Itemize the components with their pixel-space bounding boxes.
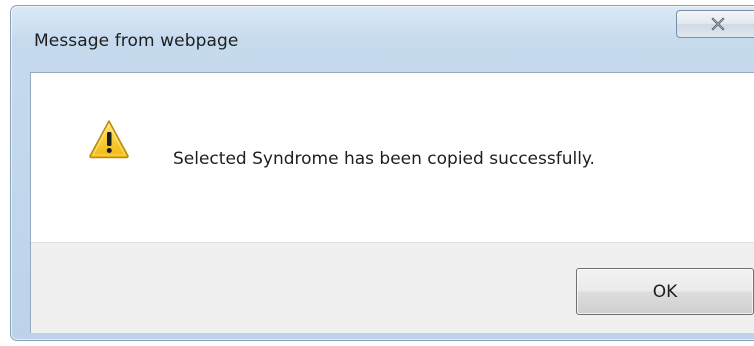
dialog-window: Message from webpage Selected Syndrome h…: [10, 5, 754, 341]
dialog-body: Selected Syndrome has been copied succes…: [30, 72, 754, 333]
message-area: Selected Syndrome has been copied succes…: [31, 73, 754, 242]
close-icon: [710, 17, 726, 31]
warning-icon: [88, 119, 130, 159]
close-button[interactable]: [676, 10, 754, 38]
dialog-message: Selected Syndrome has been copied succes…: [173, 149, 595, 169]
ok-button[interactable]: OK: [576, 268, 754, 315]
dialog-title: Message from webpage: [34, 31, 239, 51]
button-bar: OK: [31, 242, 754, 333]
